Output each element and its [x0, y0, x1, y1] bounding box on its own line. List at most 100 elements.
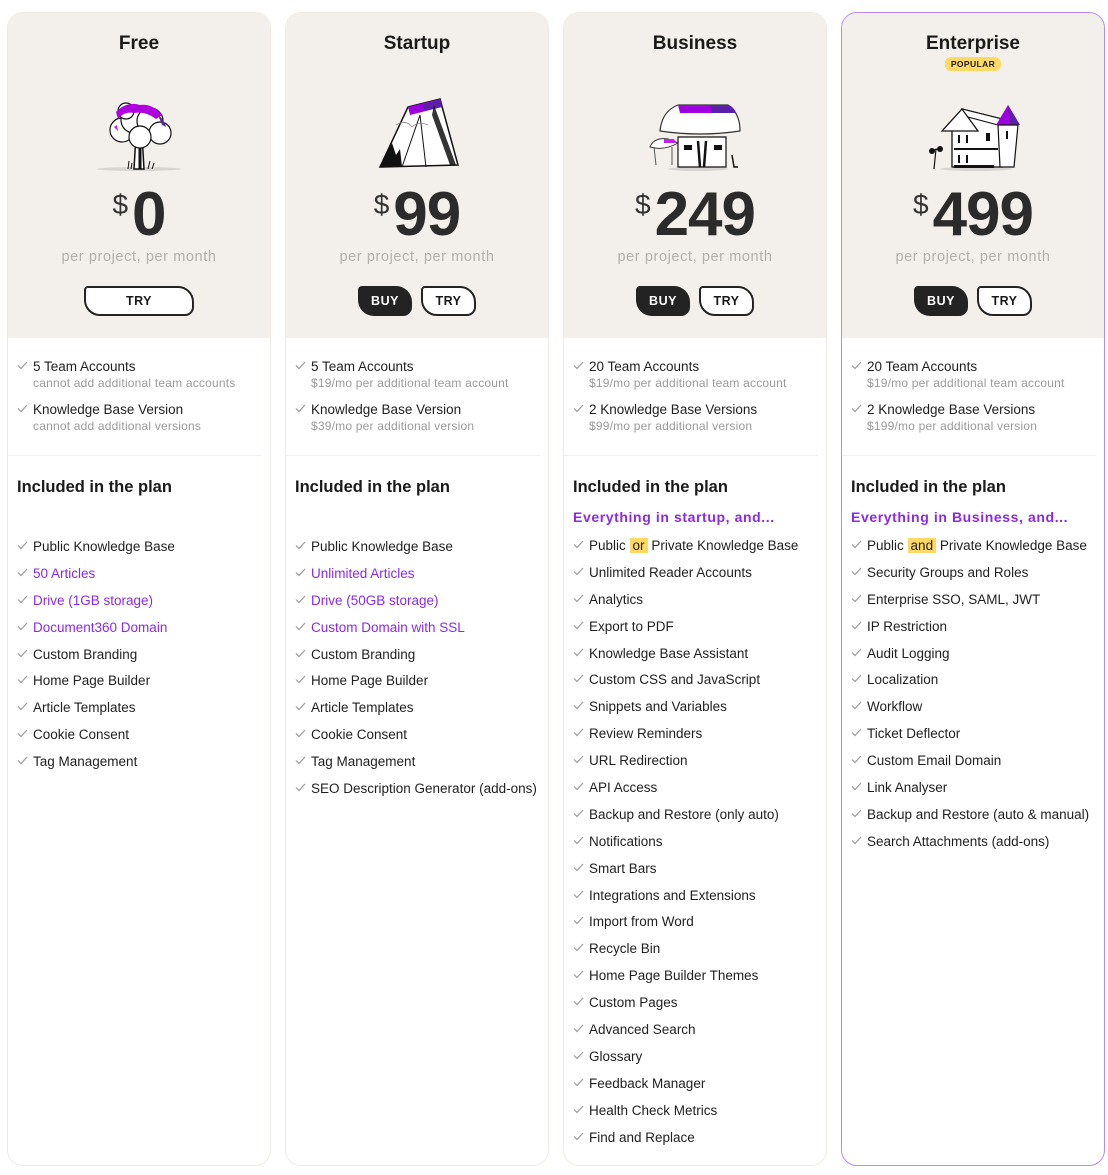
included-subheading: Everything in startup, and...: [573, 509, 775, 525]
check-icon: [573, 916, 584, 925]
plan-header: Business $ 249 per project, per month BU…: [564, 13, 826, 338]
check-icon: [573, 1078, 584, 1087]
plan-header: Enterprise POPULAR $ 499 per project, pe…: [842, 13, 1104, 338]
feature-item: Custom CSS and JavaScript: [573, 671, 826, 698]
feature-text: Find and Replace: [589, 1129, 695, 1145]
plan-actions: BUY TRY: [286, 286, 548, 316]
buy-button[interactable]: BUY: [636, 286, 690, 316]
feature-item: Public Knowledge Base: [295, 538, 548, 565]
feature-text: Integrations and Extensions: [589, 887, 756, 903]
price-amount: 0: [132, 180, 166, 249]
feature-text: Localization: [867, 672, 939, 688]
account-item: Knowledge Base Version $39/mo per additi…: [295, 401, 540, 435]
check-icon: [573, 755, 584, 764]
check-icon: [17, 404, 28, 413]
account-item-title: 20 Team Accounts: [589, 359, 700, 374]
feature-item: Custom Email Domain: [851, 752, 1104, 779]
feature-item: Article Templates: [295, 699, 548, 726]
feature-item: SEO Description Generator (add-ons): [295, 780, 548, 807]
feature-item: Home Page Builder: [17, 672, 270, 699]
plan-header: Startup $ 99 per project, per month BUY: [286, 13, 548, 338]
check-icon: [295, 729, 306, 738]
price: $ 499: [842, 183, 1104, 247]
buy-button[interactable]: BUY: [914, 286, 968, 316]
feature-item: Audit Logging: [851, 645, 1104, 672]
feature-text: 50 Articles: [33, 565, 96, 581]
account-item-title: 20 Team Accounts: [867, 359, 978, 374]
check-icon: [295, 702, 306, 711]
try-button[interactable]: TRY: [84, 286, 194, 316]
check-icon: [17, 756, 28, 765]
buy-button[interactable]: BUY: [358, 286, 412, 316]
account-item-note: $199/mo per additional version: [867, 419, 1038, 433]
check-icon: [573, 1051, 584, 1060]
feature-text: Tag Management: [33, 754, 138, 770]
account-item-note: $19/mo per additional team account: [311, 376, 509, 390]
feature-text: Custom Pages: [589, 995, 678, 1011]
feature-item: Glossary: [573, 1048, 826, 1075]
feature-item: Link Analyser: [851, 779, 1104, 806]
price-amount: 499: [932, 180, 1034, 249]
check-icon: [573, 970, 584, 979]
price-amount: 249: [654, 180, 756, 249]
feature-text: IP Restriction: [867, 618, 948, 634]
price-period: per project, per month: [61, 249, 217, 265]
feature-item: URL Redirection: [573, 752, 826, 779]
price: $ 0: [8, 183, 270, 247]
feature-item: Custom Branding: [17, 646, 270, 673]
feature-text: Cookie Consent: [33, 727, 130, 743]
feature-item: Document360 Domain: [17, 619, 270, 646]
plan-card-enterprise: Enterprise POPULAR $ 499 per project, pe…: [841, 12, 1105, 1166]
feature-item: Cookie Consent: [295, 726, 548, 753]
check-icon: [295, 756, 306, 765]
check-icon: [573, 648, 584, 657]
feature-item: Drive (50GB storage): [295, 592, 548, 619]
check-icon: [573, 701, 584, 710]
feature-text: Enterprise SSO, SAML, JWT: [867, 591, 1041, 607]
try-button[interactable]: TRY: [977, 286, 1032, 316]
check-icon: [851, 404, 862, 413]
check-icon: [295, 783, 306, 792]
feature-item: Localization: [851, 671, 1104, 698]
account-limits: 20 Team Accounts $19/mo per additional t…: [842, 338, 1096, 456]
feature-text: Review Reminders: [589, 726, 703, 742]
plan-header: Free $ 0 per project, per month TRY: [8, 13, 270, 338]
account-item-title: 2 Knowledge Base Versions: [867, 402, 1036, 417]
plan-name: Free: [118, 33, 160, 54]
feature-text: Workflow: [867, 699, 923, 715]
feature-item: Unlimited Reader Accounts: [573, 564, 826, 591]
plan-actions: TRY: [8, 286, 270, 316]
feature-text-pre: Public: [589, 538, 626, 553]
check-icon: [573, 997, 584, 1006]
plan-card-business: Business $ 249 per project, per month BU…: [563, 12, 827, 1166]
check-icon: [573, 361, 584, 370]
feature-text: Public Knowledge Base: [33, 539, 175, 554]
feature-item: Recycle Bin: [573, 940, 826, 967]
feature-text: Tag Management: [311, 754, 416, 770]
check-icon: [17, 649, 28, 658]
feature-list: Public Knowledge Base Unlimited Articles D…: [286, 501, 548, 807]
feature-text: Home Page Builder: [311, 673, 429, 689]
check-icon: [573, 621, 584, 630]
feature-text: URL Redirection: [589, 753, 688, 769]
feature-text: Glossary: [589, 1048, 643, 1064]
check-icon: [851, 755, 862, 764]
try-button[interactable]: TRY: [421, 286, 476, 316]
included-heading: Included in the plan: [851, 478, 1006, 496]
check-icon: [295, 595, 306, 604]
feature-item: Analytics: [573, 591, 826, 618]
check-icon: [851, 594, 862, 603]
check-icon: [573, 782, 584, 791]
check-icon: [573, 728, 584, 737]
feature-text: Document360 Domain: [33, 619, 168, 635]
feature-text: Link Analyser: [867, 780, 948, 796]
feature-item: IP Restriction: [851, 618, 1104, 645]
feature-item: Advanced Search: [573, 1021, 826, 1048]
feature-text: Custom Email Domain: [867, 753, 1002, 769]
account-item-note: $19/mo per additional team account: [867, 376, 1065, 390]
try-button[interactable]: TRY: [699, 286, 754, 316]
account-item-title: 5 Team Accounts: [33, 359, 136, 374]
price-period: per project, per month: [339, 249, 495, 265]
check-icon: [573, 567, 584, 576]
feature-item: Public Knowledge Base: [17, 538, 270, 565]
